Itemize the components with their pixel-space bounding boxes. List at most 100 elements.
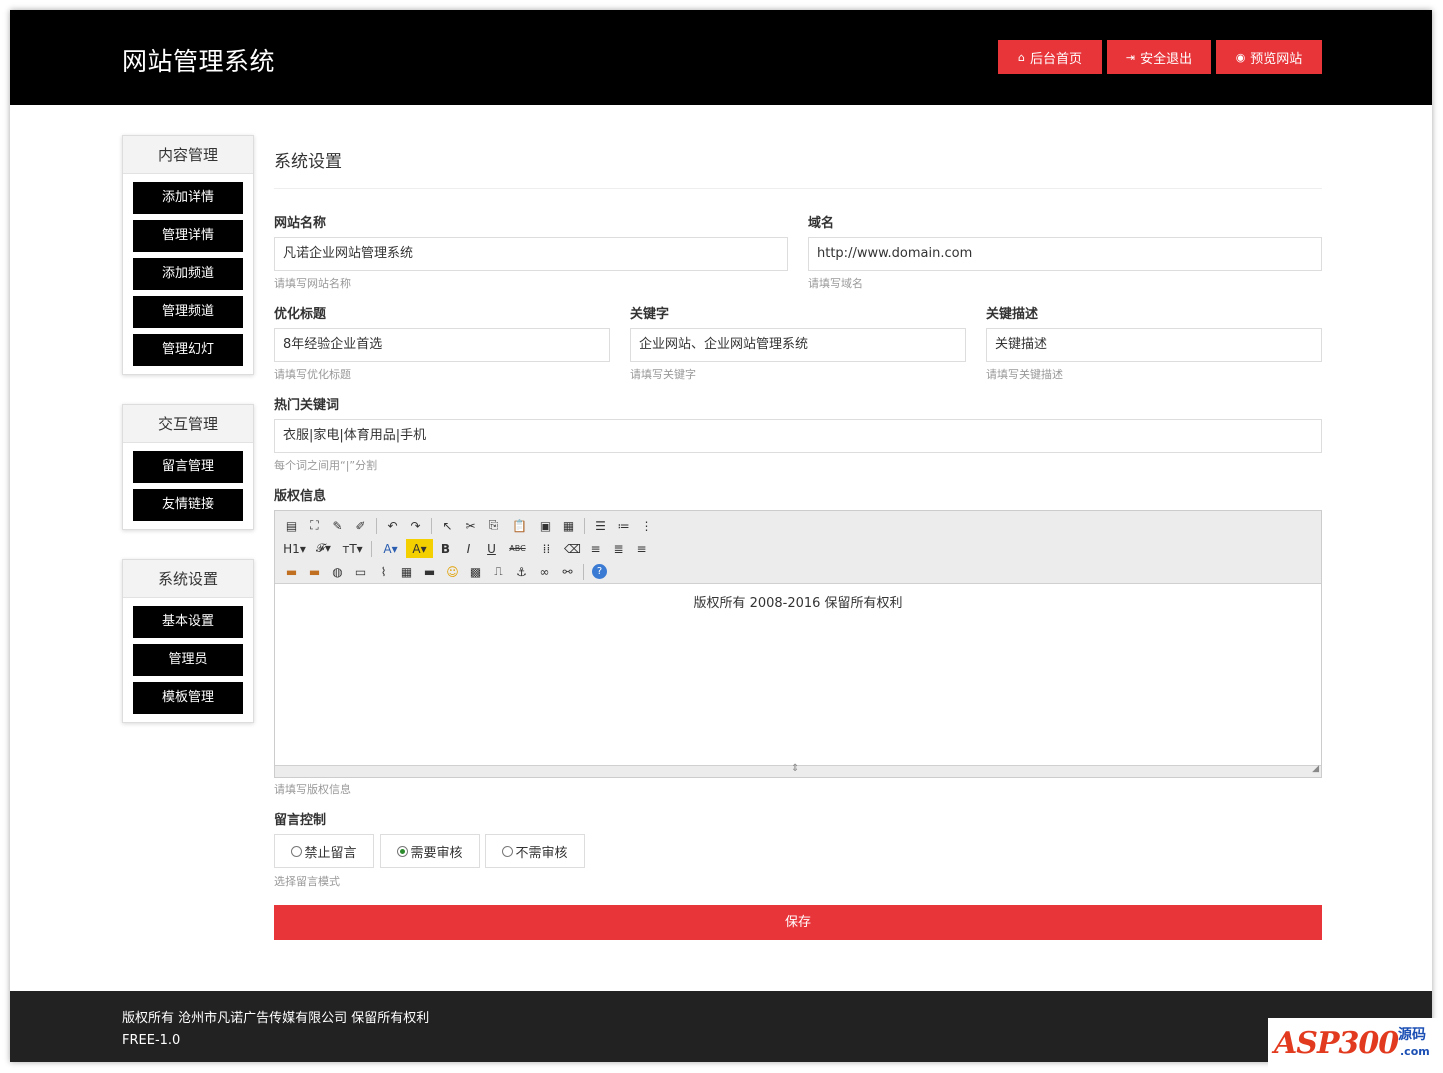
description-help: 请填写关键描述 [986, 368, 1063, 381]
insert-image-icon[interactable]: ▬ [281, 562, 302, 581]
paste-icon[interactable]: 📋 [506, 516, 533, 535]
redo-icon[interactable]: ↷ [405, 516, 426, 535]
link-icon[interactable]: ∞ [534, 562, 555, 581]
sidebar-item-templates[interactable]: 模板管理 [133, 682, 243, 714]
logout-label: 安全退出 [1140, 51, 1193, 67]
sidebar-item-basic-settings[interactable]: 基本设置 [133, 606, 243, 638]
editor-statusbar: ⇕ ◢ [275, 763, 1321, 777]
font-family-icon[interactable]: 𝓕▾ [310, 539, 337, 558]
top-header: 网站管理系统 ⌂ 后台首页 ⇥ 安全退出 ◉ 预览网站 [10, 10, 1432, 105]
page-title: 系统设置 [274, 152, 342, 172]
fullscreen-icon[interactable]: ⛶ [304, 516, 325, 535]
radio-checked-icon [397, 845, 409, 857]
admin-home-button[interactable]: ⌂ 后台首页 [998, 40, 1102, 74]
format-brush-icon[interactable]: ✎ [327, 516, 348, 535]
attachment-icon[interactable]: ⌇ [373, 562, 394, 581]
seo-title-input[interactable]: 8年经验企业首选 [274, 328, 610, 362]
sidebar-item-manage-channel[interactable]: 管理频道 [133, 296, 243, 328]
font-size-icon[interactable]: тT▾ [339, 539, 366, 558]
toolbar-separator [376, 517, 377, 534]
align-right-icon[interactable]: ≡ [631, 539, 652, 558]
preview-site-label: 预览网站 [1250, 51, 1303, 67]
domain-input[interactable]: http://www.domain.com [808, 237, 1322, 271]
media-icon[interactable]: ▭ [350, 562, 371, 581]
unordered-list-icon[interactable]: ☰ [590, 516, 611, 535]
toolbar-separator [371, 540, 372, 557]
home-icon: ⌂ [1018, 50, 1025, 64]
bold-icon[interactable]: B [435, 539, 456, 558]
underline-icon[interactable]: U [481, 539, 502, 558]
save-button[interactable]: 保存 [274, 905, 1322, 940]
description-input[interactable]: 关键描述 [986, 328, 1322, 362]
heading-icon[interactable]: H1▾ [281, 539, 308, 558]
paste-text-icon[interactable]: ▣ [535, 516, 556, 535]
sidebar-item-add-channel[interactable]: 添加频道 [133, 258, 243, 290]
seo-title-label: 优化标题 [274, 307, 327, 322]
code-icon[interactable]: ▬ [419, 562, 440, 581]
radio-no-review[interactable]: 不需审核 [485, 834, 585, 868]
footer-version: FREE-1.0 [122, 1033, 181, 1048]
ordered-list-icon[interactable]: ≔ [613, 516, 634, 535]
site-brand-title: 网站管理系统 [122, 47, 276, 76]
cut-icon[interactable]: ✂ [460, 516, 481, 535]
resize-grip-icon[interactable]: ⇕ [791, 763, 799, 774]
site-name-input[interactable]: 凡诺企业网站管理系统 [274, 237, 788, 271]
radio-require-review[interactable]: 需要审核 [380, 834, 480, 868]
site-name-help: 请填写网站名称 [274, 277, 351, 290]
sidebar-item-manage-slides[interactable]: 管理幻灯 [133, 334, 243, 366]
radio-label: 禁止留言 [304, 845, 357, 861]
sidebar-system-settings: 系统设置 基本设置 管理员 模板管理 [122, 559, 254, 723]
radio-disable-messages[interactable]: 禁止留言 [274, 834, 374, 868]
toolbar-separator [583, 563, 584, 580]
sidebar-item-messages[interactable]: 留言管理 [133, 451, 243, 483]
multi-image-icon[interactable]: ▬ [304, 562, 325, 581]
editor-content-area[interactable]: 版权所有 2008-2016 保留所有权利 [275, 584, 1321, 765]
anchor-icon[interactable]: ⚓ [511, 562, 532, 581]
line-height-icon[interactable]: ⁞⁞ [533, 539, 560, 558]
logout-button[interactable]: ⇥ 安全退出 [1107, 40, 1211, 74]
autotypeset-icon[interactable]: ✐ [350, 516, 371, 535]
sidebar-heading: 内容管理 [123, 136, 253, 174]
sidebar-item-add-detail[interactable]: 添加详情 [133, 182, 243, 214]
highlight-icon[interactable]: A▾ [406, 539, 433, 558]
copy-icon[interactable]: ⎘ [483, 516, 504, 535]
paste-word-icon[interactable]: ▦ [558, 516, 579, 535]
italic-icon[interactable]: I [458, 539, 479, 558]
sidebar-item-administrators[interactable]: 管理员 [133, 644, 243, 676]
sidebar-item-manage-detail[interactable]: 管理详情 [133, 220, 243, 252]
resize-corner-icon[interactable]: ◢ [1312, 764, 1319, 774]
editor-toolbar-row: H1▾ 𝓕▾ тT▾ A▾ A▾ B I U ABC ⁞⁞ ⌫ ≡ ≣ ≡ [281, 537, 1315, 560]
help-icon[interactable]: ? [592, 564, 607, 579]
undo-icon[interactable]: ↶ [382, 516, 403, 535]
signout-icon: ⇥ [1125, 50, 1136, 64]
keywords-input[interactable]: 企业网站、企业网站管理系统 [630, 328, 966, 362]
sidebar-item-friend-links[interactable]: 友情链接 [133, 489, 243, 521]
emoticon-icon[interactable]: ☺ [442, 562, 463, 581]
watermark-logo-text: ASP300 [1274, 1026, 1399, 1061]
unlink-icon[interactable]: ⚯ [557, 562, 578, 581]
align-left-icon[interactable]: ≡ [585, 539, 606, 558]
domain-label: 域名 [808, 216, 835, 231]
rich-text-editor: ▤ ⛶ ✎ ✐ ↶ ↷ ↖ ✂ ⎘ 📋 ▣ ▦ ☰ ≔ ⋮ H1▾ 𝓕▾ тT▾ A▾ A▾ B I U ABC ⁞⁞ ⌫ ≡ ≣ ≡… [274, 510, 1322, 778]
remove-format-icon[interactable]: ⌫ [562, 539, 583, 558]
flash-icon[interactable]: ◍ [327, 562, 348, 581]
keywords-help: 请填写关键字 [630, 368, 696, 381]
preview-site-button[interactable]: ◉ 预览网站 [1216, 40, 1322, 74]
sidebar-interaction-management: 交互管理 留言管理 友情链接 [122, 404, 254, 530]
sidebar-heading: 交互管理 [123, 405, 253, 443]
align-center-icon[interactable]: ≣ [608, 539, 629, 558]
table-icon[interactable]: ▦ [396, 562, 417, 581]
select-icon[interactable]: ↖ [437, 516, 458, 535]
pagebreak-icon[interactable]: ⎍ [488, 562, 509, 581]
hot-keywords-input[interactable]: 衣服|家电|体育用品|手机 [274, 419, 1322, 453]
asp300-watermark-logo: ASP300 源码 .com [1268, 1018, 1440, 1072]
source-icon[interactable]: ▤ [281, 516, 302, 535]
strikethrough-icon[interactable]: ABC [504, 539, 531, 558]
watermark-domain-text: .com [1400, 1045, 1430, 1058]
map-icon[interactable]: ▩ [465, 562, 486, 581]
sidebar-content-management: 内容管理 添加详情 管理详情 添加频道 管理频道 管理幻灯 [122, 135, 254, 375]
toolbar-separator [431, 517, 432, 534]
font-color-icon[interactable]: A▾ [377, 539, 404, 558]
more-icon[interactable]: ⋮ [636, 516, 657, 535]
footer-copyright: 版权所有 沧州市凡诺广告传媒有限公司 保留所有权利 [122, 1011, 430, 1026]
